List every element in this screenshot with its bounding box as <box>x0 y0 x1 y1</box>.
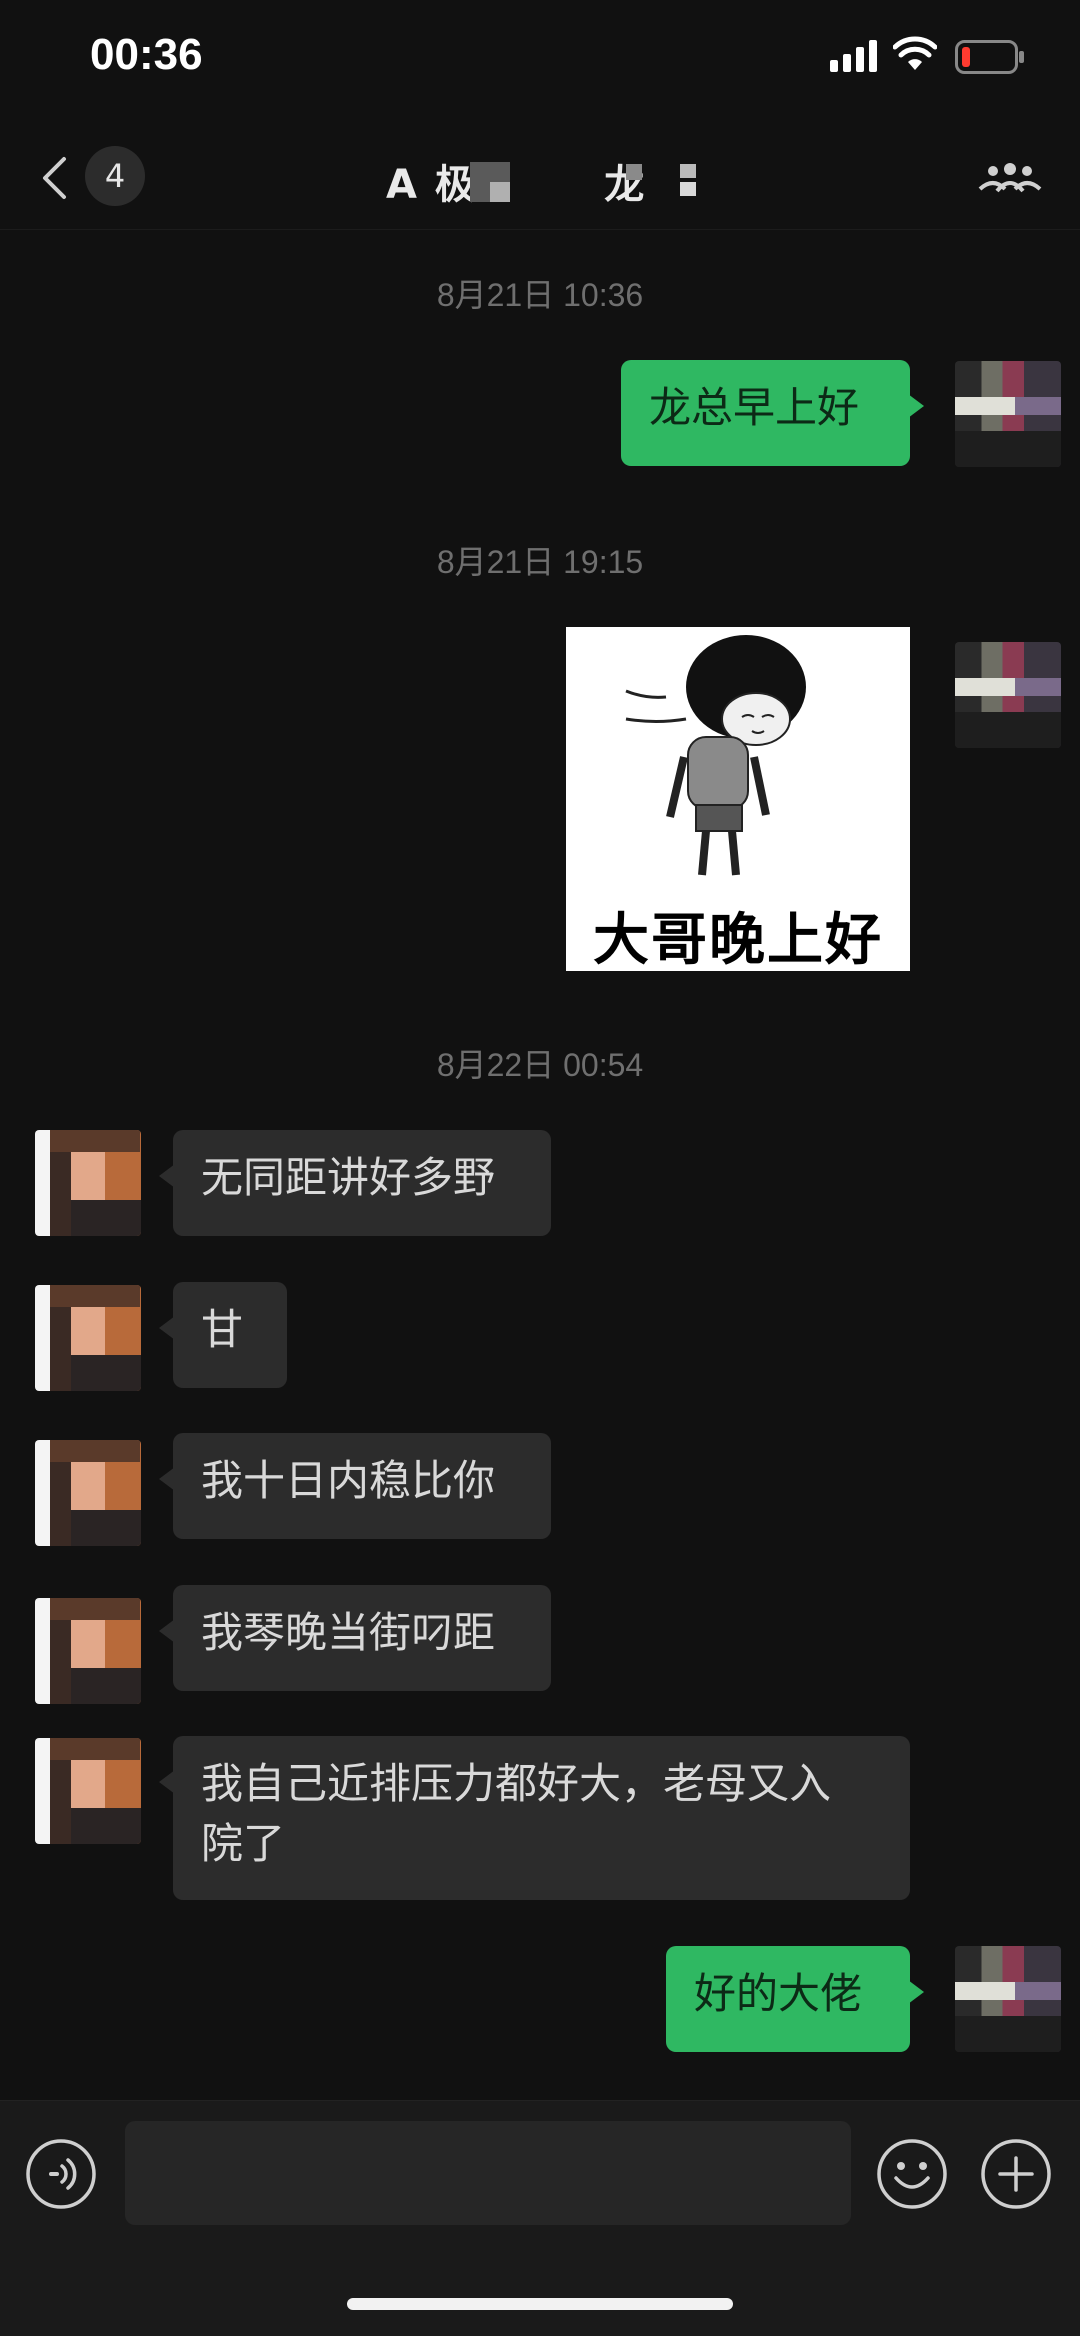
avatar-self[interactable] <box>955 361 1061 467</box>
timestamp: 8月21日 10:36 <box>436 277 644 313</box>
avatar-other[interactable] <box>35 1440 141 1546</box>
redaction-block <box>680 182 696 196</box>
sticker-caption: 大哥晚上好 <box>593 908 883 973</box>
unread-count-badge: 4 <box>85 146 145 206</box>
redaction-block <box>626 164 642 180</box>
redaction-block <box>490 182 510 202</box>
status-bar: 00:36 <box>0 0 1080 120</box>
timestamp: 8月22日 00:54 <box>436 1047 644 1083</box>
message-text: 甘 <box>201 1305 244 1354</box>
timestamp: 8月21日 19:15 <box>436 544 644 580</box>
message-bubble-received[interactable]: 甘 <box>159 1282 287 1388</box>
message-bubble-received[interactable]: 无同距讲好多野 <box>159 1130 551 1236</box>
signal-icon <box>830 40 877 72</box>
avatar-other[interactable] <box>35 1130 141 1236</box>
chevron-left-icon <box>43 157 66 199</box>
message-bubble-sent[interactable]: 龙总早上好 <box>621 360 924 466</box>
sticker-illustration <box>625 635 806 876</box>
emoji-icon[interactable] <box>876 2138 948 2210</box>
wifi-icon <box>893 36 937 70</box>
message-bubble-received[interactable]: 我十日内稳比你 <box>159 1433 551 1539</box>
message-text: 我琴晚当街叼距 <box>201 1608 496 1657</box>
chat-title-text: A 极 龙 <box>386 162 647 208</box>
message-bubble-sent[interactable]: 好的大佬 <box>666 1946 924 2052</box>
battery-icon <box>955 40 1024 74</box>
message-input[interactable] <box>125 2121 851 2225</box>
message-bubble-received[interactable]: 我琴晚当街叼距 <box>159 1585 551 1691</box>
chat-header: 4 A 极 龙 <box>0 120 1080 230</box>
message-text-line: 我自己近排压力都好大，老母又入 <box>201 1759 832 1808</box>
avatar-other[interactable] <box>35 1598 141 1704</box>
more-people-icon[interactable] <box>975 155 1045 205</box>
avatar-other[interactable] <box>35 1738 141 1844</box>
redaction-block <box>680 164 696 178</box>
sticker-image[interactable]: 大哥晚上好 <box>566 627 910 973</box>
plus-icon[interactable] <box>980 2138 1052 2210</box>
chat-title[interactable]: A 极 龙 <box>340 148 740 208</box>
message-bubble-received[interactable]: 我自己近排压力都好大，老母又入 院了 <box>159 1736 910 1900</box>
voice-icon[interactable] <box>25 2138 97 2210</box>
avatar-self[interactable] <box>955 642 1061 748</box>
home-indicator <box>347 2298 733 2310</box>
back-button[interactable]: 4 <box>30 140 150 210</box>
message-text-line: 院了 <box>201 1819 286 1868</box>
avatar-self[interactable] <box>955 1946 1061 2052</box>
message-text: 好的大佬 <box>694 1969 863 2018</box>
status-time: 00:36 <box>90 30 203 79</box>
message-text: 无同距讲好多野 <box>201 1153 496 1202</box>
message-text: 龙总早上好 <box>649 383 860 432</box>
message-text: 我十日内稳比你 <box>201 1456 496 1505</box>
avatar-other[interactable] <box>35 1285 141 1391</box>
